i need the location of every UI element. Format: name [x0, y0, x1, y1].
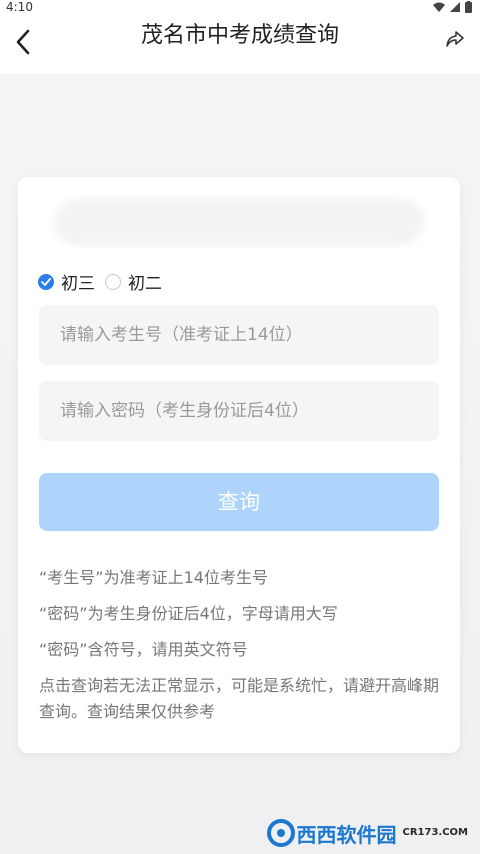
grade-selector: 初三 初二	[38, 269, 172, 294]
status-icons	[433, 1, 472, 13]
status-bar: 4:10	[0, 0, 480, 14]
notes: “考生号”为准考证上14位考生号 “密码”为考生身份证后4位，字母请用大写 “密…	[39, 565, 447, 735]
radio-grade-3[interactable]: 初三	[38, 269, 95, 294]
radio-grade-2[interactable]: 初二	[105, 269, 162, 294]
note-item: 点击查询若无法正常显示，可能是系统忙，请避开高峰期查询。查询结果仅供参考	[39, 676, 440, 721]
radio-label: 初三	[61, 274, 95, 294]
wifi-icon	[433, 2, 445, 12]
exam-number-input[interactable]: 请输入考生号（准考证上14位）	[39, 305, 439, 365]
share-button[interactable]	[440, 24, 470, 54]
signal-icon	[450, 2, 460, 12]
watermark-logo: 西西软件园 CR173.COM	[266, 818, 468, 848]
note-item: “密码”为考生身份证后4位，字母请用大写	[39, 604, 338, 623]
page-title: 茂名市中考成绩查询	[140, 23, 339, 48]
header: 茂名市中考成绩查询	[0, 14, 480, 74]
radio-label: 初二	[128, 274, 162, 294]
note-item: “考生号”为准考证上14位考生号	[39, 568, 268, 587]
battery-icon	[465, 1, 472, 13]
status-time: 4:10	[6, 0, 33, 14]
query-card: 初三 初二 请输入考生号（准考证上14位） 请输入密码（考生身份证后4位） 查询…	[18, 177, 460, 753]
watermark-text: 西西软件园	[296, 822, 397, 847]
share-icon	[446, 31, 464, 47]
blurred-banner	[54, 199, 424, 245]
password-input[interactable]: 请输入密码（考生身份证后4位）	[39, 381, 439, 441]
note-item: “密码”含符号，请用英文符号	[39, 640, 248, 659]
watermark-sub: CR173.COM	[402, 827, 468, 838]
query-button[interactable]: 查询	[39, 473, 439, 531]
radio-unchecked-icon	[105, 273, 121, 290]
radio-checked-icon	[38, 273, 54, 290]
logo-icon	[267, 819, 296, 847]
